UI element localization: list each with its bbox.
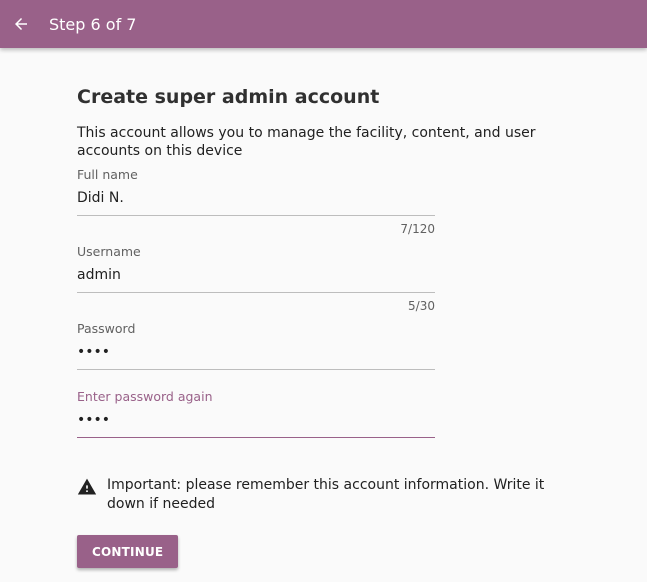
- page-description: This account allows you to manage the fa…: [77, 125, 536, 159]
- warning-triangle-icon: [77, 478, 97, 495]
- password-confirm-input[interactable]: [77, 407, 435, 438]
- arrow-left-icon: [15, 18, 27, 30]
- full-name-counter: 7/120: [400, 222, 435, 236]
- password-input[interactable]: [77, 339, 435, 370]
- username-label: Username: [77, 244, 141, 259]
- main-content: Create super admin account This account …: [77, 84, 557, 568]
- full-name-input[interactable]: [77, 185, 435, 216]
- username-input[interactable]: [77, 262, 435, 293]
- continue-button[interactable]: CONTINUE: [77, 535, 179, 568]
- password-confirm-label: Enter password again: [77, 389, 213, 404]
- username-field: Username 5/30: [77, 244, 435, 313]
- page-title: Create super admin account: [77, 86, 380, 108]
- username-counter: 5/30: [408, 299, 435, 313]
- full-name-label: Full name: [77, 167, 138, 182]
- warning-message: Important: please remember this account …: [77, 476, 547, 514]
- step-indicator: Step 6 of 7: [49, 14, 137, 34]
- warning-text: Important: please remember this account …: [107, 477, 545, 512]
- back-button[interactable]: [0, 0, 40, 48]
- password-confirm-field: Enter password again: [77, 389, 435, 438]
- app-bar: Step 6 of 7: [0, 0, 647, 48]
- password-label: Password: [77, 321, 136, 336]
- full-name-field: Full name 7/120: [77, 167, 435, 236]
- password-field: Password: [77, 321, 435, 370]
